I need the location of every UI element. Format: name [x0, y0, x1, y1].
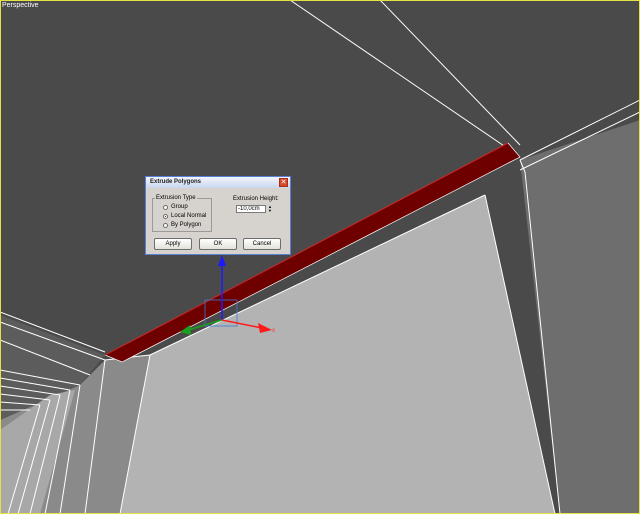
radio-local-normal-icon[interactable]: [163, 213, 168, 219]
spinner-arrows[interactable]: ▲ ▼: [267, 205, 273, 213]
gizmo-x-label: x: [272, 328, 275, 334]
dialog-title: Extrude Polygons: [150, 179, 202, 185]
radio-group-icon[interactable]: [163, 204, 168, 210]
extrude-polygons-dialog: Extrude Polygons ✕ Extrusion Type Group …: [145, 176, 291, 255]
cancel-button[interactable]: Cancel: [243, 238, 281, 250]
radio-by-polygon-option[interactable]: By Polygon: [163, 221, 201, 229]
radio-group-label: Group: [171, 204, 188, 210]
close-button[interactable]: ✕: [279, 178, 288, 187]
dialog-titlebar[interactable]: Extrude Polygons ✕: [146, 177, 290, 188]
radio-by-polygon-icon[interactable]: [163, 222, 168, 228]
close-icon: ✕: [280, 179, 287, 186]
radio-group-option[interactable]: Group: [163, 203, 188, 211]
ok-button[interactable]: OK: [199, 238, 237, 250]
radio-local-normal-label: Local Normal: [171, 213, 207, 219]
extrusion-height-spinner[interactable]: ▲ ▼: [236, 205, 274, 213]
extrusion-height-label: Extrusion Height:: [233, 196, 279, 202]
scene-canvas[interactable]: x: [0, 0, 640, 514]
extrusion-type-legend: Extrusion Type: [155, 195, 197, 201]
radio-local-normal-option[interactable]: Local Normal: [163, 212, 206, 220]
radio-by-polygon-label: By Polygon: [171, 222, 202, 228]
extrusion-height-input[interactable]: [236, 205, 266, 213]
spinner-down-icon[interactable]: ▼: [267, 209, 273, 213]
viewport-label[interactable]: Perspective: [2, 1, 39, 10]
apply-button[interactable]: Apply: [154, 238, 192, 250]
perspective-viewport[interactable]: x Perspective Extrude Polygons ✕ Extrusi…: [0, 0, 640, 514]
